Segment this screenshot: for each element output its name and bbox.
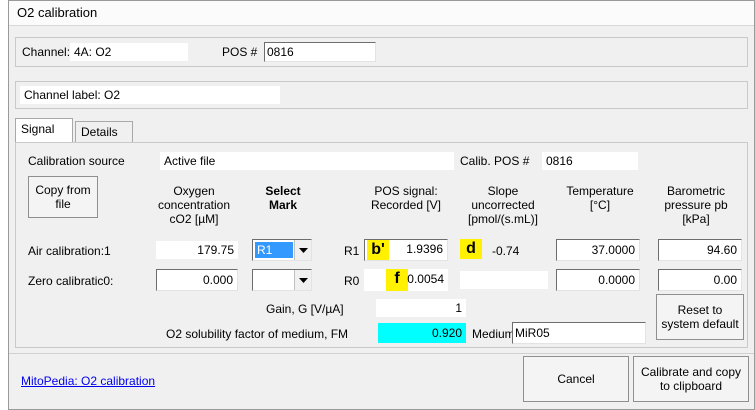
- mitopedia-link[interactable]: MitoPedia: O2 calibration: [21, 374, 155, 388]
- copy-from-file-button[interactable]: Copy from file: [28, 176, 98, 218]
- annotation-b: b': [367, 240, 389, 260]
- calibration-window: O2 calibration Channel: 4A: O2 POS # 081…: [8, 0, 755, 410]
- pos-label: POS #: [222, 45, 258, 59]
- gain-label: Gain, G [V/µA]: [266, 302, 344, 316]
- zero-pressure-field[interactable]: 0.00: [658, 269, 742, 291]
- zero-temperature-field[interactable]: 0.0000: [556, 269, 640, 291]
- air-mark-value: R1: [255, 242, 293, 258]
- title-bar: O2 calibration: [9, 1, 754, 26]
- channel-label-field: Channel label: O2: [20, 86, 280, 104]
- oxygen-header: Oxygen concentration cO2 [µM]: [157, 184, 231, 226]
- pressure-header: Barometric pressure pb [kPa]: [664, 184, 728, 226]
- air-pressure-field[interactable]: 94.60: [658, 239, 742, 261]
- annotation-f: f: [386, 269, 408, 291]
- air-calibration-label: Air calibration:1: [28, 244, 111, 258]
- air-oxygen-field: 179.75: [156, 241, 238, 259]
- pos-signal-header: POS signal: Recorded [V]: [370, 184, 442, 212]
- calibration-source-field: Active file: [160, 152, 454, 170]
- calibrate-button[interactable]: Calibrate and copy to clipboard: [633, 356, 749, 402]
- tab-details[interactable]: Details: [75, 121, 133, 143]
- solubility-label: O2 solubility factor of medium, FM: [166, 327, 349, 341]
- medium-label: Medium: [472, 327, 515, 341]
- chevron-down-icon[interactable]: [294, 240, 311, 260]
- channel-field: 4A: O2: [70, 43, 188, 61]
- air-mark-select[interactable]: R1: [252, 239, 312, 261]
- calibration-source-label: Calibration source: [28, 154, 125, 168]
- slope-header: Slope uncorrected [pmol/(s.mL)]: [467, 184, 538, 226]
- air-temperature-field[interactable]: 37.0000: [556, 239, 640, 261]
- solubility-field: 0.920: [378, 323, 466, 343]
- air-r-label: R1: [344, 244, 360, 258]
- channel-label: Channel:: [22, 45, 71, 59]
- zero-calibration-label: Zero calibratic0:: [28, 274, 114, 288]
- chevron-down-icon[interactable]: [294, 270, 311, 290]
- channel-label-panel: Channel label: O2: [15, 81, 748, 109]
- divider: [9, 353, 754, 354]
- annotation-d: d: [460, 239, 482, 259]
- zero-slope-field: [460, 271, 548, 289]
- cancel-button[interactable]: Cancel: [523, 356, 629, 402]
- channel-panel: Channel: 4A: O2 POS # 0816: [15, 37, 748, 67]
- zero-r-label: R0: [344, 274, 360, 288]
- signal-tab-panel: Calibration source Active file Calib. PO…: [15, 142, 748, 348]
- air-slope-value: -0.74: [492, 244, 520, 258]
- gain-field: 1: [376, 299, 466, 317]
- air-signal-field: b' 1.9396: [364, 239, 448, 261]
- zero-mark-select[interactable]: [252, 269, 312, 291]
- zero-signal-field: f 0.0054: [364, 269, 448, 291]
- calib-pos-label: Calib. POS #: [460, 154, 530, 168]
- medium-input[interactable]: MiR05: [512, 322, 646, 344]
- select-mark-header: Select Mark: [265, 184, 301, 212]
- window-title: O2 calibration: [17, 5, 98, 20]
- temperature-header: Temperature [°C]: [566, 184, 634, 212]
- pos-input[interactable]: 0816: [264, 42, 376, 62]
- calib-pos-field: 0816: [542, 152, 638, 170]
- tab-signal[interactable]: Signal: [15, 118, 73, 143]
- zero-oxygen-field[interactable]: 0.000: [156, 269, 238, 291]
- reset-button[interactable]: Reset to system default: [656, 294, 744, 340]
